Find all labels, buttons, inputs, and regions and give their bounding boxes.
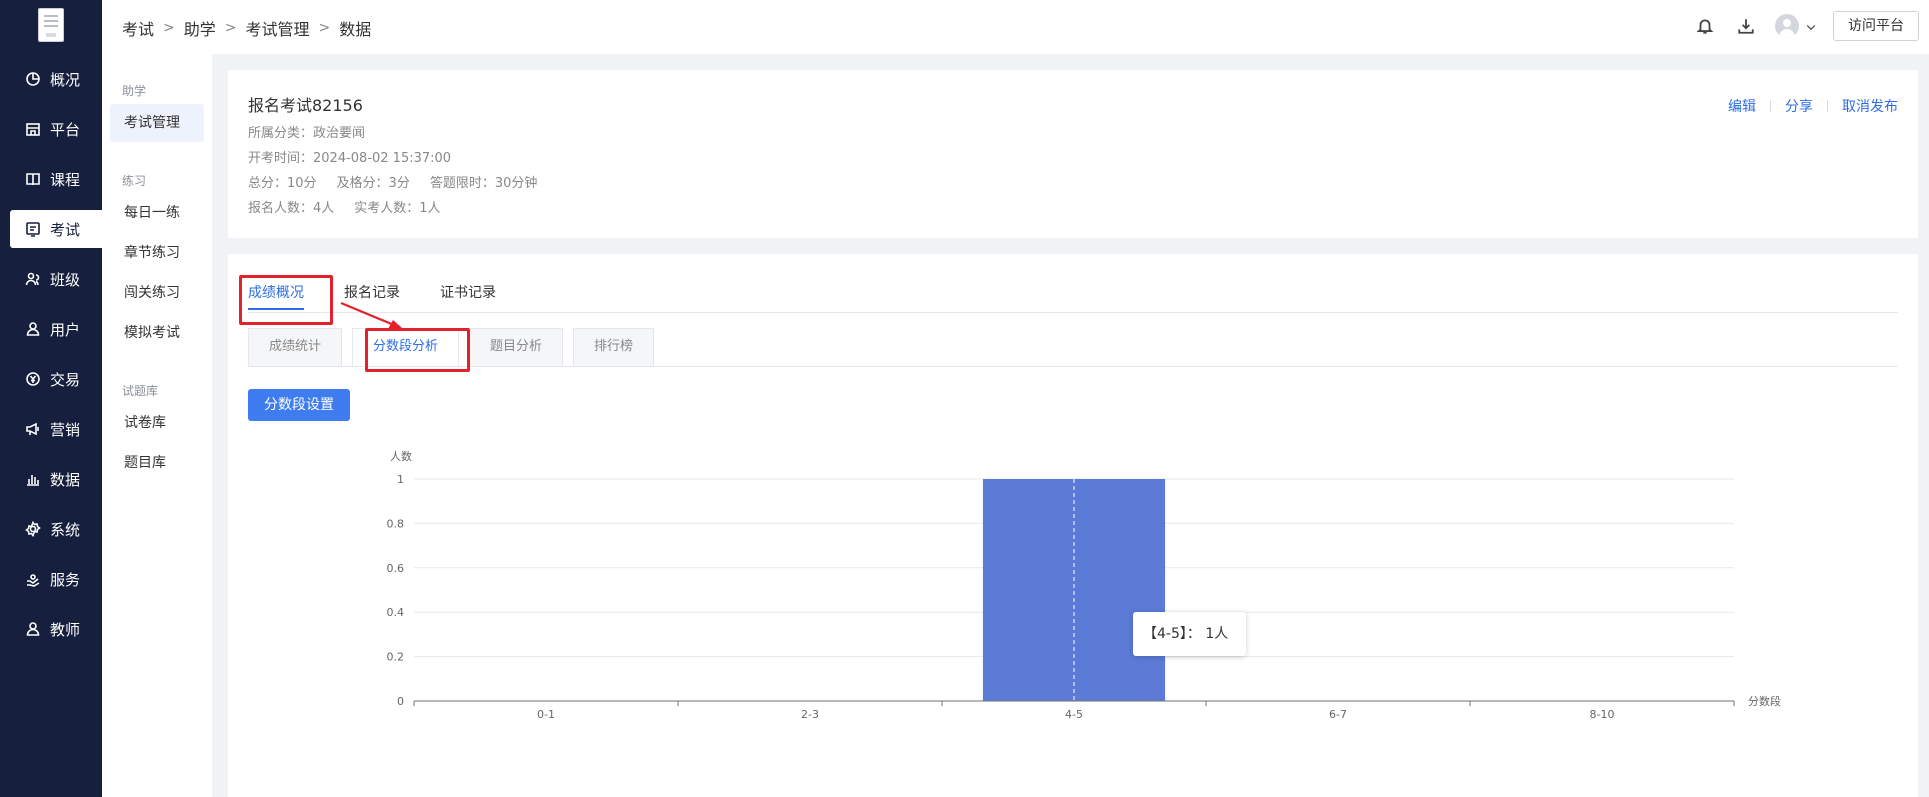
nav-item-label: 考试 bbox=[50, 220, 81, 239]
nav-item-course[interactable]: 课程 bbox=[10, 160, 102, 198]
sub-nav-item-question-bank[interactable]: 题目库 bbox=[110, 444, 204, 482]
arrow-annotation bbox=[340, 301, 402, 329]
visit-platform-button[interactable]: 访问平台 bbox=[1833, 11, 1919, 41]
exam-actions: 编辑 分享 取消发布 bbox=[1728, 96, 1898, 116]
divider bbox=[1770, 100, 1771, 112]
group-icon bbox=[24, 270, 42, 288]
avatar[interactable] bbox=[1775, 14, 1799, 38]
x-tick-label: 2-3 bbox=[801, 708, 819, 721]
chevron-right-icon: > bbox=[224, 20, 237, 36]
nav-item-user[interactable]: 用户 bbox=[10, 310, 102, 348]
sub-nav-group-title: 试题库 bbox=[122, 384, 159, 398]
exam-pass-score: 及格分：3分 bbox=[336, 176, 410, 191]
share-link[interactable]: 分享 bbox=[1785, 96, 1813, 116]
chart-tooltip: 【4-5】： 1人 bbox=[1133, 612, 1246, 656]
breadcrumb-current: 数据 bbox=[339, 20, 372, 39]
nav-item-overview[interactable]: 概况 bbox=[10, 60, 102, 98]
sub-nav: 助学 考试管理 练习 每日一练 章节练习 闯关练习 模拟考试 试题库 试卷库 题… bbox=[102, 54, 212, 797]
exam-category: 所属分类：政治要闻 bbox=[248, 126, 366, 141]
y-tick-label: 0.2 bbox=[387, 651, 405, 664]
pie-chart-icon bbox=[24, 70, 42, 88]
exam-scores: 总分：10分 及格分：3分 答题限时：30分钟 bbox=[248, 172, 537, 191]
storefront-icon bbox=[24, 120, 42, 138]
download-icon[interactable] bbox=[1736, 16, 1756, 36]
nav-item-label: 服务 bbox=[50, 570, 81, 589]
sub-nav-item-exam-manage[interactable]: 考试管理 bbox=[110, 104, 204, 142]
unpublish-link[interactable]: 取消发布 bbox=[1842, 96, 1898, 116]
nav-item-label: 班级 bbox=[50, 270, 81, 289]
edit-link[interactable]: 编辑 bbox=[1728, 96, 1756, 116]
x-tick-label: 8-10 bbox=[1590, 708, 1615, 721]
exam-time-limit: 答题限时：30分钟 bbox=[429, 176, 538, 191]
y-axis-label: 人数 bbox=[390, 450, 412, 463]
nav-item-label: 系统 bbox=[50, 520, 81, 539]
chevron-right-icon: > bbox=[318, 20, 331, 36]
sub-nav-group-title: 助学 bbox=[122, 84, 147, 98]
megaphone-icon bbox=[24, 420, 42, 438]
divider bbox=[1827, 100, 1828, 112]
settings-icon bbox=[24, 520, 42, 538]
exam-start-time: 开考时间：2024-08-02 15:37:00 bbox=[248, 151, 452, 166]
nav-item-platform[interactable]: 平台 bbox=[10, 110, 102, 148]
sub-nav-group-title: 练习 bbox=[122, 174, 147, 188]
main-nav: 概况 平台 课程 考试 班级 用户 交易 营销 数据 系统 服务 教师 bbox=[0, 0, 102, 797]
x-tick-label: 6-7 bbox=[1329, 708, 1347, 721]
exam-registered: 报名人数：4人 bbox=[248, 201, 335, 216]
nav-item-label: 平台 bbox=[50, 120, 81, 139]
nav-item-service[interactable]: 服务 bbox=[10, 560, 102, 598]
nav-item-label: 数据 bbox=[50, 470, 81, 489]
y-tick-label: 0.4 bbox=[387, 606, 405, 619]
sub-nav-item-chapter[interactable]: 章节练习 bbox=[110, 234, 204, 272]
breadcrumb-item[interactable]: 考试 bbox=[122, 16, 154, 40]
bell-icon[interactable] bbox=[1695, 16, 1715, 36]
nav-item-label: 课程 bbox=[50, 170, 81, 189]
sub-nav-item-daily[interactable]: 每日一练 bbox=[110, 194, 204, 232]
book-icon bbox=[24, 170, 42, 188]
breadcrumb: 考试 > 助学 > 考试管理 > 数据 bbox=[122, 16, 371, 40]
top-bar: 考试 > 助学 > 考试管理 > 数据 访问平台 bbox=[102, 0, 1929, 54]
exam-icon bbox=[24, 220, 42, 238]
exam-total-score: 总分：10分 bbox=[248, 176, 317, 191]
x-tick-label: 0-1 bbox=[537, 708, 555, 721]
x-tick-label: 4-5 bbox=[1065, 708, 1083, 721]
chevron-right-icon: > bbox=[163, 20, 175, 36]
nav-item-marketing[interactable]: 营销 bbox=[10, 410, 102, 448]
exam-title: 报名考试82156 bbox=[248, 96, 363, 115]
exam-counts: 报名人数：4人 实考人数：1人 bbox=[248, 197, 441, 216]
y-tick-label: 0 bbox=[397, 695, 404, 708]
sub-nav-item-mock[interactable]: 模拟考试 bbox=[110, 314, 204, 352]
chart-bar bbox=[982, 479, 1166, 701]
nav-item-label: 教师 bbox=[50, 620, 81, 639]
y-tick-label: 0.8 bbox=[387, 517, 405, 530]
user-icon bbox=[24, 320, 42, 338]
nav-item-data[interactable]: 数据 bbox=[10, 460, 102, 498]
highlight-box bbox=[365, 328, 470, 372]
chevron-down-icon[interactable] bbox=[1801, 17, 1821, 37]
teacher-icon bbox=[24, 620, 42, 638]
bar-chart-icon bbox=[24, 470, 42, 488]
nav-item-teacher[interactable]: 教师 bbox=[10, 610, 102, 648]
breadcrumb-item[interactable]: 助学 bbox=[184, 16, 216, 40]
sub-nav-item-challenge[interactable]: 闯关练习 bbox=[110, 274, 204, 312]
score-segment-chart: 0 0.2 0.4 0.6 0.8 1 人数 0-1 2-3 4-5 6-7 8-10 分数段 bbox=[387, 450, 1782, 721]
y-tick-label: 1 bbox=[397, 473, 404, 486]
sub-nav-item-paper-bank[interactable]: 试卷库 bbox=[110, 404, 204, 442]
exam-info-card: 报名考试82156 所属分类：政治要闻 开考时间：2024-08-02 15:3… bbox=[228, 70, 1918, 238]
nav-item-trade[interactable]: 交易 bbox=[10, 360, 102, 398]
nav-item-label: 营销 bbox=[50, 420, 81, 439]
service-icon bbox=[24, 570, 42, 588]
app-logo[interactable] bbox=[38, 8, 64, 42]
y-tick-label: 0.6 bbox=[387, 562, 405, 575]
nav-item-label: 交易 bbox=[50, 370, 81, 389]
x-axis-label: 分数段 bbox=[1748, 694, 1781, 708]
highlight-box bbox=[239, 275, 333, 325]
nav-item-label: 概况 bbox=[50, 70, 81, 89]
yen-icon bbox=[24, 370, 42, 388]
nav-item-label: 用户 bbox=[50, 320, 81, 339]
exam-actual: 实考人数：1人 bbox=[354, 201, 441, 216]
nav-item-system[interactable]: 系统 bbox=[10, 510, 102, 548]
breadcrumb-item[interactable]: 考试管理 bbox=[246, 16, 310, 40]
nav-item-exam[interactable]: 考试 bbox=[10, 210, 102, 248]
nav-item-class[interactable]: 班级 bbox=[10, 260, 102, 298]
